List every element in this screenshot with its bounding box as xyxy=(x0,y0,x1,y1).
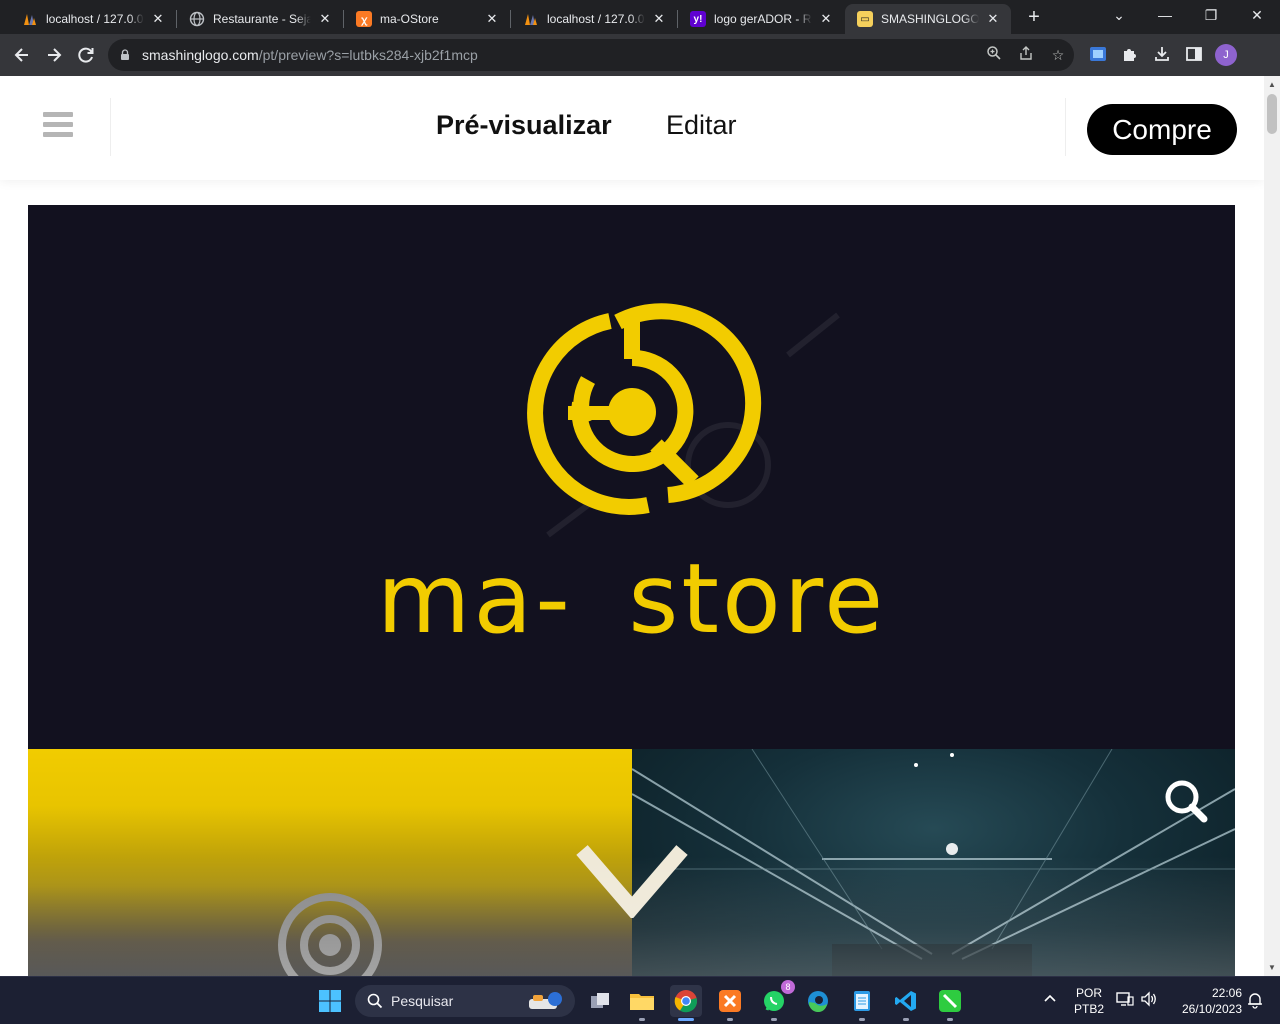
scroll-down-chevron-icon[interactable] xyxy=(574,838,690,920)
close-icon[interactable]: ✕ xyxy=(317,11,333,27)
clock-time: 22:06 xyxy=(1211,986,1242,1000)
tab-title: SMASHINGLOGO | xyxy=(881,12,979,26)
tab-title: localhost / 127.0.0. xyxy=(547,12,645,26)
zoom-magnifier-icon[interactable] xyxy=(1162,777,1210,825)
windows-taskbar: Pesquisar 8 POR PTB2 22:06 26/10/2023 xyxy=(0,976,1280,1024)
tab-smashinglogo[interactable]: ▭ SMASHINGLOGO | ✕ xyxy=(845,4,1011,34)
hamburger-menu-icon[interactable] xyxy=(43,112,73,142)
tab-title: logo gerADOR - Re xyxy=(714,12,812,26)
clock[interactable]: 22:06 26/10/2023 xyxy=(1168,986,1242,1016)
logo-emblem-icon xyxy=(278,893,382,976)
tab-restaurante[interactable]: Restaurante - Seja ✕ xyxy=(177,4,343,34)
file-explorer-icon[interactable] xyxy=(626,985,658,1021)
close-icon[interactable]: ✕ xyxy=(651,11,667,27)
reload-icon[interactable] xyxy=(73,42,99,68)
globe-icon xyxy=(189,11,205,27)
browser-toolbar: smashinglogo.com/pt/preview?s=lutbks284-… xyxy=(0,34,1280,76)
green-app-icon[interactable] xyxy=(934,985,966,1021)
edge-icon[interactable] xyxy=(802,985,834,1017)
whatsapp-icon[interactable]: 8 xyxy=(758,980,795,1021)
divider xyxy=(1065,98,1066,156)
divider xyxy=(110,98,111,156)
extension-app-icon[interactable] xyxy=(1088,45,1108,65)
tab-localhost-1[interactable]: localhost / 127.0.0. ✕ xyxy=(10,4,176,34)
forward-arrow-icon[interactable] xyxy=(41,42,67,68)
vscode-icon[interactable] xyxy=(890,985,922,1021)
side-panel-icon[interactable] xyxy=(1184,45,1204,65)
page-scrollbar[interactable]: ▲ ▼ xyxy=(1264,76,1280,976)
close-icon[interactable]: ✕ xyxy=(150,11,166,27)
tab-title: Restaurante - Seja xyxy=(213,12,311,26)
network-icon[interactable] xyxy=(1116,991,1134,1010)
browser-tab-bar: localhost / 127.0.0. ✕ Restaurante - Sej… xyxy=(0,0,1280,34)
tab-ma-ostore[interactable]: ꭓ ma-OStore ✕ xyxy=(344,4,510,34)
tab-logo-gerador[interactable]: y! logo gerADOR - Re ✕ xyxy=(678,4,844,34)
phpmyadmin-icon xyxy=(22,11,38,27)
window-close-button[interactable]: ✕ xyxy=(1234,0,1280,32)
windows-start-icon[interactable] xyxy=(314,985,346,1017)
zoom-icon[interactable] xyxy=(984,45,1004,65)
tab-title: ma-OStore xyxy=(380,12,439,26)
close-icon[interactable]: ✕ xyxy=(484,11,500,27)
back-arrow-icon[interactable] xyxy=(9,42,35,68)
mockup-photo-panel xyxy=(632,749,1235,976)
scroll-down-arrow-icon[interactable]: ▼ xyxy=(1264,963,1280,972)
close-icon[interactable]: ✕ xyxy=(818,11,834,27)
volume-icon[interactable] xyxy=(1140,991,1158,1010)
close-icon[interactable]: ✕ xyxy=(985,11,1001,27)
tray-overflow-chevron-icon[interactable] xyxy=(1042,991,1058,1006)
smashinglogo-icon: ▭ xyxy=(857,11,873,27)
scrollbar-thumb[interactable] xyxy=(1267,94,1277,134)
phpmyadmin-icon xyxy=(523,11,539,27)
task-view-icon[interactable] xyxy=(584,985,616,1017)
search-icon xyxy=(367,993,383,1009)
address-bar[interactable]: smashinglogo.com/pt/preview?s=lutbks284-… xyxy=(108,39,1074,71)
language-line2: PTB2 xyxy=(1073,1002,1104,1016)
bookmark-star-icon[interactable]: ☆ xyxy=(1048,45,1068,65)
extensions-puzzle-icon[interactable] xyxy=(1120,45,1140,65)
new-tab-button[interactable]: + xyxy=(1022,5,1046,29)
search-highlight-icon xyxy=(529,992,562,1009)
share-icon[interactable] xyxy=(1016,45,1036,65)
notification-bell-icon[interactable] xyxy=(1246,991,1264,1012)
url-host: smashinglogo.com xyxy=(142,47,259,63)
minimize-button[interactable]: — xyxy=(1142,0,1188,32)
site-header: Pré-visualizar Editar Compre xyxy=(0,76,1264,180)
logo-preview-panel: ma- store xyxy=(28,205,1235,750)
buy-button[interactable]: Compre xyxy=(1087,104,1237,155)
scroll-up-arrow-icon[interactable]: ▲ xyxy=(1264,80,1280,89)
url-path: /pt/preview?s=lutbks284-xjb2f1mcp xyxy=(258,47,478,63)
xampp-icon: ꭓ xyxy=(356,11,372,27)
notification-badge: 8 xyxy=(781,980,795,994)
input-language[interactable]: POR PTB2 xyxy=(1070,986,1108,1016)
url-text: smashinglogo.com/pt/preview?s=lutbks284-… xyxy=(142,47,478,63)
web-page: Pré-visualizar Editar Compre ma- store xyxy=(0,76,1264,976)
restore-button[interactable]: ❐ xyxy=(1188,0,1234,32)
clock-date: 26/10/2023 xyxy=(1181,1002,1242,1016)
yahoo-icon: y! xyxy=(690,11,706,27)
download-icon[interactable] xyxy=(1152,45,1172,65)
mockup-yellow-panel xyxy=(28,749,632,976)
chrome-icon[interactable] xyxy=(670,985,702,1021)
lock-icon xyxy=(121,49,129,60)
tab-title: localhost / 127.0.0. xyxy=(46,12,144,26)
search-label: Pesquisar xyxy=(391,993,454,1009)
logo-emblem-icon xyxy=(527,303,840,538)
xampp-taskbar-icon[interactable] xyxy=(714,985,746,1021)
language-line1: POR xyxy=(1075,986,1102,1000)
logo-wordmark: ma- store xyxy=(376,543,887,655)
edit-tab[interactable]: Editar xyxy=(666,110,737,141)
profile-avatar[interactable]: J xyxy=(1215,44,1237,66)
tab-localhost-2[interactable]: localhost / 127.0.0. ✕ xyxy=(511,4,677,34)
taskbar-search[interactable]: Pesquisar xyxy=(355,985,575,1017)
mall-interior-image xyxy=(632,749,1235,976)
notepad-icon[interactable] xyxy=(846,985,878,1021)
tab-search-button[interactable]: ⌄ xyxy=(1096,0,1142,32)
preview-tab[interactable]: Pré-visualizar xyxy=(436,110,612,141)
